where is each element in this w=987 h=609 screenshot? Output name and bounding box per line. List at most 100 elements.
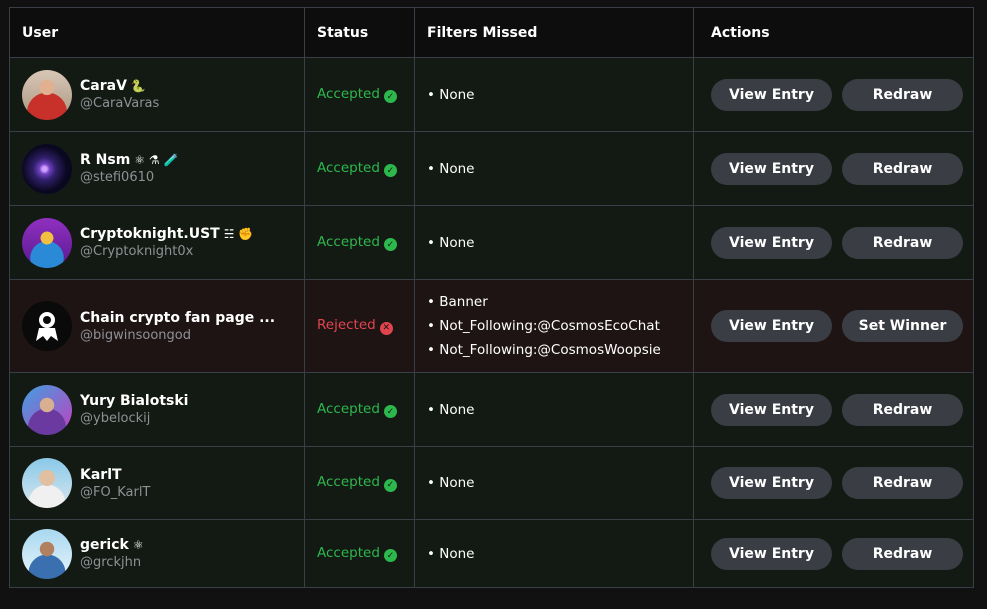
view-entry-button[interactable]: View Entry [711,78,832,111]
actions-cell: View Entry Redraw [694,373,973,446]
user-handle: @FO_KarlT [80,484,151,500]
view-entry-button[interactable]: View Entry [711,393,832,426]
status-badge: Accepted ✓ [317,160,397,178]
table-row: R Nsm⚛ ⚗ 🧪 @stefi0610 Accepted✓ None Vie… [10,132,973,206]
header-status: Status [305,8,415,57]
filter-item: Not_Following:@CosmosWoopsie [427,338,661,362]
avatar [22,384,72,435]
actions-cell: View Entry Redraw [694,520,973,587]
astronaut-icon [23,302,71,350]
table-row: KarlT @FO_KarlT Accepted✓ None View Entr… [10,447,973,520]
status-badge: Accepted ✓ [317,86,397,104]
user-emoji: ⚛ [132,538,144,552]
avatar [22,458,72,508]
user-handle: @ybelockij [80,411,151,426]
x-circle-icon: ✕ [379,321,393,335]
status-badge: Accepted ✓ [317,545,397,563]
status-text: Accepted [317,85,380,102]
user-emoji: ⚛ ⚗ 🧪 [134,153,179,167]
filters-cell: None [415,58,694,131]
table-row: Cryptoknight.UST ☵ ✊ @Cryptoknight0x Acce… [10,206,973,280]
user-name: gerick [80,537,129,553]
filter-item: None [427,471,474,495]
header-actions: Actions [711,24,770,41]
table-row: gerick⚛ @grckjhn Accepted✓ None View Ent… [10,520,973,587]
filters-cell: None [415,132,694,205]
view-entry-button[interactable]: View Entry [711,226,832,259]
table-header: User Status Filters Missed Actions [10,8,973,58]
check-circle-icon: ✓ [383,405,397,419]
header-filters-missed: Filters Missed [415,8,694,57]
filter-item: Banner [427,290,661,314]
user-name: Chain crypto fan page ... [80,309,276,326]
user-name: Cryptoknight.UST [80,226,220,242]
view-entry-button[interactable]: View Entry [711,467,832,499]
status-text: Accepted [317,400,380,417]
view-entry-button[interactable]: View Entry [711,152,832,185]
status-text: Accepted [317,544,380,561]
filters-cell: None [415,206,694,279]
redraw-button[interactable]: Redraw [842,78,963,111]
status-badge: Accepted ✓ [317,401,397,419]
header-user: User [10,8,305,57]
check-circle-icon: ✓ [383,549,397,563]
table-row: CaraV🐍 @CaraVaras Accepted✓ None View En… [10,58,973,132]
user-handle: @CaraVaras [80,96,160,111]
filters-cell: None [415,447,694,519]
user-name: Yury Bialotski [80,393,189,409]
user-cell: R Nsm ⚛ ⚗ 🧪 @stefi0610 [10,132,305,205]
actions-cell: View Entry Set Winner [694,280,973,372]
filter-item: None [427,231,474,255]
view-entry-button[interactable]: View Entry [711,310,832,342]
actions-cell: View Entry Redraw [694,206,973,279]
avatar [22,143,72,194]
view-entry-button[interactable]: View Entry [711,537,832,570]
user-cell: Chain crypto fan page ... @bigwinsoongod [10,280,305,372]
table-row: Chain crypto fan page ... @bigwinsoongod… [10,280,973,373]
status-badge: Rejected ✕ [317,317,393,335]
status-cell: Accepted ✓ [305,373,415,446]
status-text: Accepted [317,159,380,176]
status-text: Rejected [317,317,376,334]
redraw-button[interactable]: Redraw [842,393,963,426]
user-cell: Yury Bialotski @ybelockij [10,373,305,446]
filter-item: None [427,542,474,566]
status-cell: Rejected ✕ [305,280,415,372]
filter-item: None [427,398,474,422]
user-handle: @stefi0610 [80,170,155,185]
redraw-button[interactable]: Redraw [842,152,963,185]
set-winner-button[interactable]: Set Winner [842,310,963,342]
user-name: CaraV [80,78,127,94]
user-cell: Cryptoknight.UST ☵ ✊ @Cryptoknight0x [10,206,305,279]
user-name: R Nsm [80,152,131,168]
avatar [22,69,72,120]
user-name: KarlT [80,466,122,483]
actions-cell: View Entry Redraw [694,58,973,131]
redraw-button[interactable]: Redraw [842,226,963,259]
actions-cell: View Entry Redraw [694,447,973,519]
status-badge: Accepted ✓ [317,234,397,252]
status-cell: Accepted ✓ [305,447,415,519]
check-circle-icon: ✓ [383,164,397,178]
actions-cell: View Entry Redraw [694,132,973,205]
status-badge: Accepted ✓ [317,474,397,492]
filters-cell: None [415,520,694,587]
avatar [22,528,72,579]
user-emoji: 🐍 [130,79,146,93]
status-cell: Accepted ✓ [305,520,415,587]
status-cell: Accepted ✓ [305,58,415,131]
redraw-button[interactable]: Redraw [842,537,963,570]
redraw-button[interactable]: Redraw [842,467,963,499]
avatar [22,301,72,351]
status-cell: Accepted ✓ [305,132,415,205]
user-emoji: ☵ ✊ [223,227,254,241]
check-circle-icon: ✓ [383,478,397,492]
filter-item: Not_Following:@CosmosEcoChat [427,314,661,338]
check-circle-icon: ✓ [383,238,397,252]
filters-cell: Banner Not_Following:@CosmosEcoChat Not_… [415,280,694,372]
status-text: Accepted [317,233,380,250]
user-cell: gerick ⚛ @grckjhn [10,520,305,587]
user-cell: CaraV 🐍 @CaraVaras [10,58,305,131]
status-cell: Accepted ✓ [305,206,415,279]
table-row: Yury Bialotski @ybelockij Accepted✓ None… [10,373,973,447]
